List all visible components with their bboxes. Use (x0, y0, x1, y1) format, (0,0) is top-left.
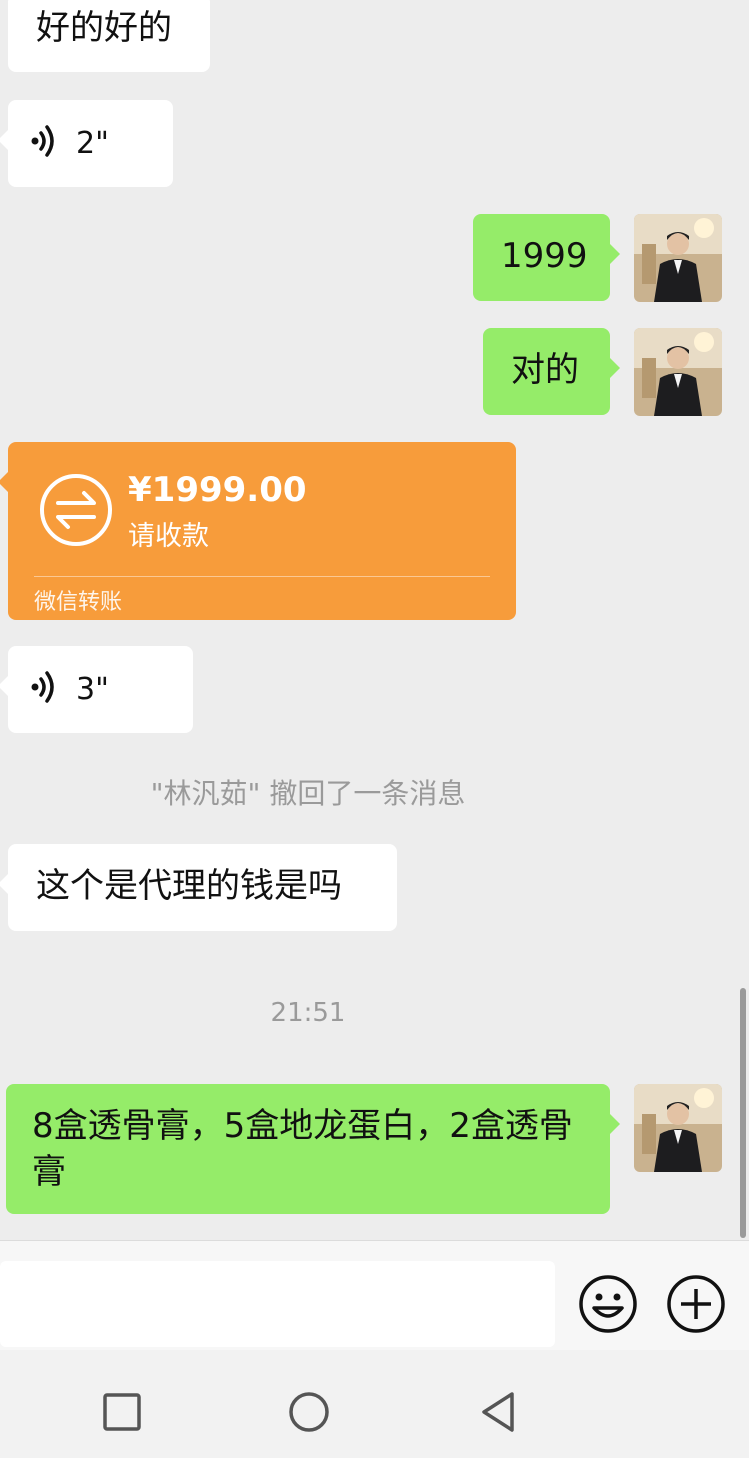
timestamp: 21:51 (270, 998, 346, 1028)
transfer-amount: ¥1999.00 (128, 470, 307, 510)
scrollbar[interactable] (740, 988, 746, 1238)
chat-area[interactable]: 好的好的 2" 1999 对的 ¥1999.00 请收款 微信转账 3" "林汎… (0, 0, 749, 1240)
system-recall-notice: "林汎茹" 撤回了一条消息 (150, 777, 466, 810)
message-text: 这个是代理的钱是吗 (36, 866, 342, 906)
transfer-footer: 微信转账 (34, 590, 123, 615)
message-text: 好的好的 (36, 8, 172, 48)
avatar[interactable] (634, 1084, 722, 1172)
voice-duration: 3" (76, 671, 109, 707)
message-input[interactable] (0, 1261, 555, 1347)
circle-home-icon[interactable] (287, 1390, 331, 1438)
voice-wave-icon (30, 124, 58, 162)
avatar[interactable] (634, 328, 722, 416)
input-bar (0, 1240, 749, 1351)
divider (34, 576, 490, 577)
system-nav-bar (0, 1350, 749, 1458)
square-recent-icon[interactable] (102, 1392, 142, 1436)
plus-icon[interactable] (666, 1274, 726, 1338)
received-voice-bubble[interactable]: 3" (0, 646, 193, 733)
message-text: 1999 (501, 236, 588, 276)
sent-text-bubble[interactable]: 8盒透骨膏，5盒地龙蛋白，2盒透骨膏 (6, 1084, 620, 1214)
message-text: 8盒透骨膏，5盒地龙蛋白，2盒透骨膏 (32, 1106, 573, 1192)
received-voice-bubble[interactable]: 2" (0, 100, 173, 187)
sent-text-bubble[interactable]: 1999 (473, 214, 620, 301)
avatar[interactable] (634, 214, 722, 302)
message-text: 对的 (511, 350, 579, 390)
emoji-icon[interactable] (578, 1274, 638, 1338)
voice-wave-icon (30, 670, 58, 708)
transfer-status: 请收款 (128, 521, 209, 552)
transfer-arrows-icon (38, 472, 114, 552)
received-text-bubble[interactable]: 这个是代理的钱是吗 (0, 844, 397, 931)
sent-text-bubble[interactable]: 对的 (483, 328, 620, 415)
received-text-bubble[interactable]: 好的好的 (8, 0, 210, 72)
transfer-card[interactable]: ¥1999.00 请收款 微信转账 (0, 442, 516, 620)
voice-duration: 2" (76, 125, 109, 161)
triangle-back-icon[interactable] (476, 1390, 520, 1438)
